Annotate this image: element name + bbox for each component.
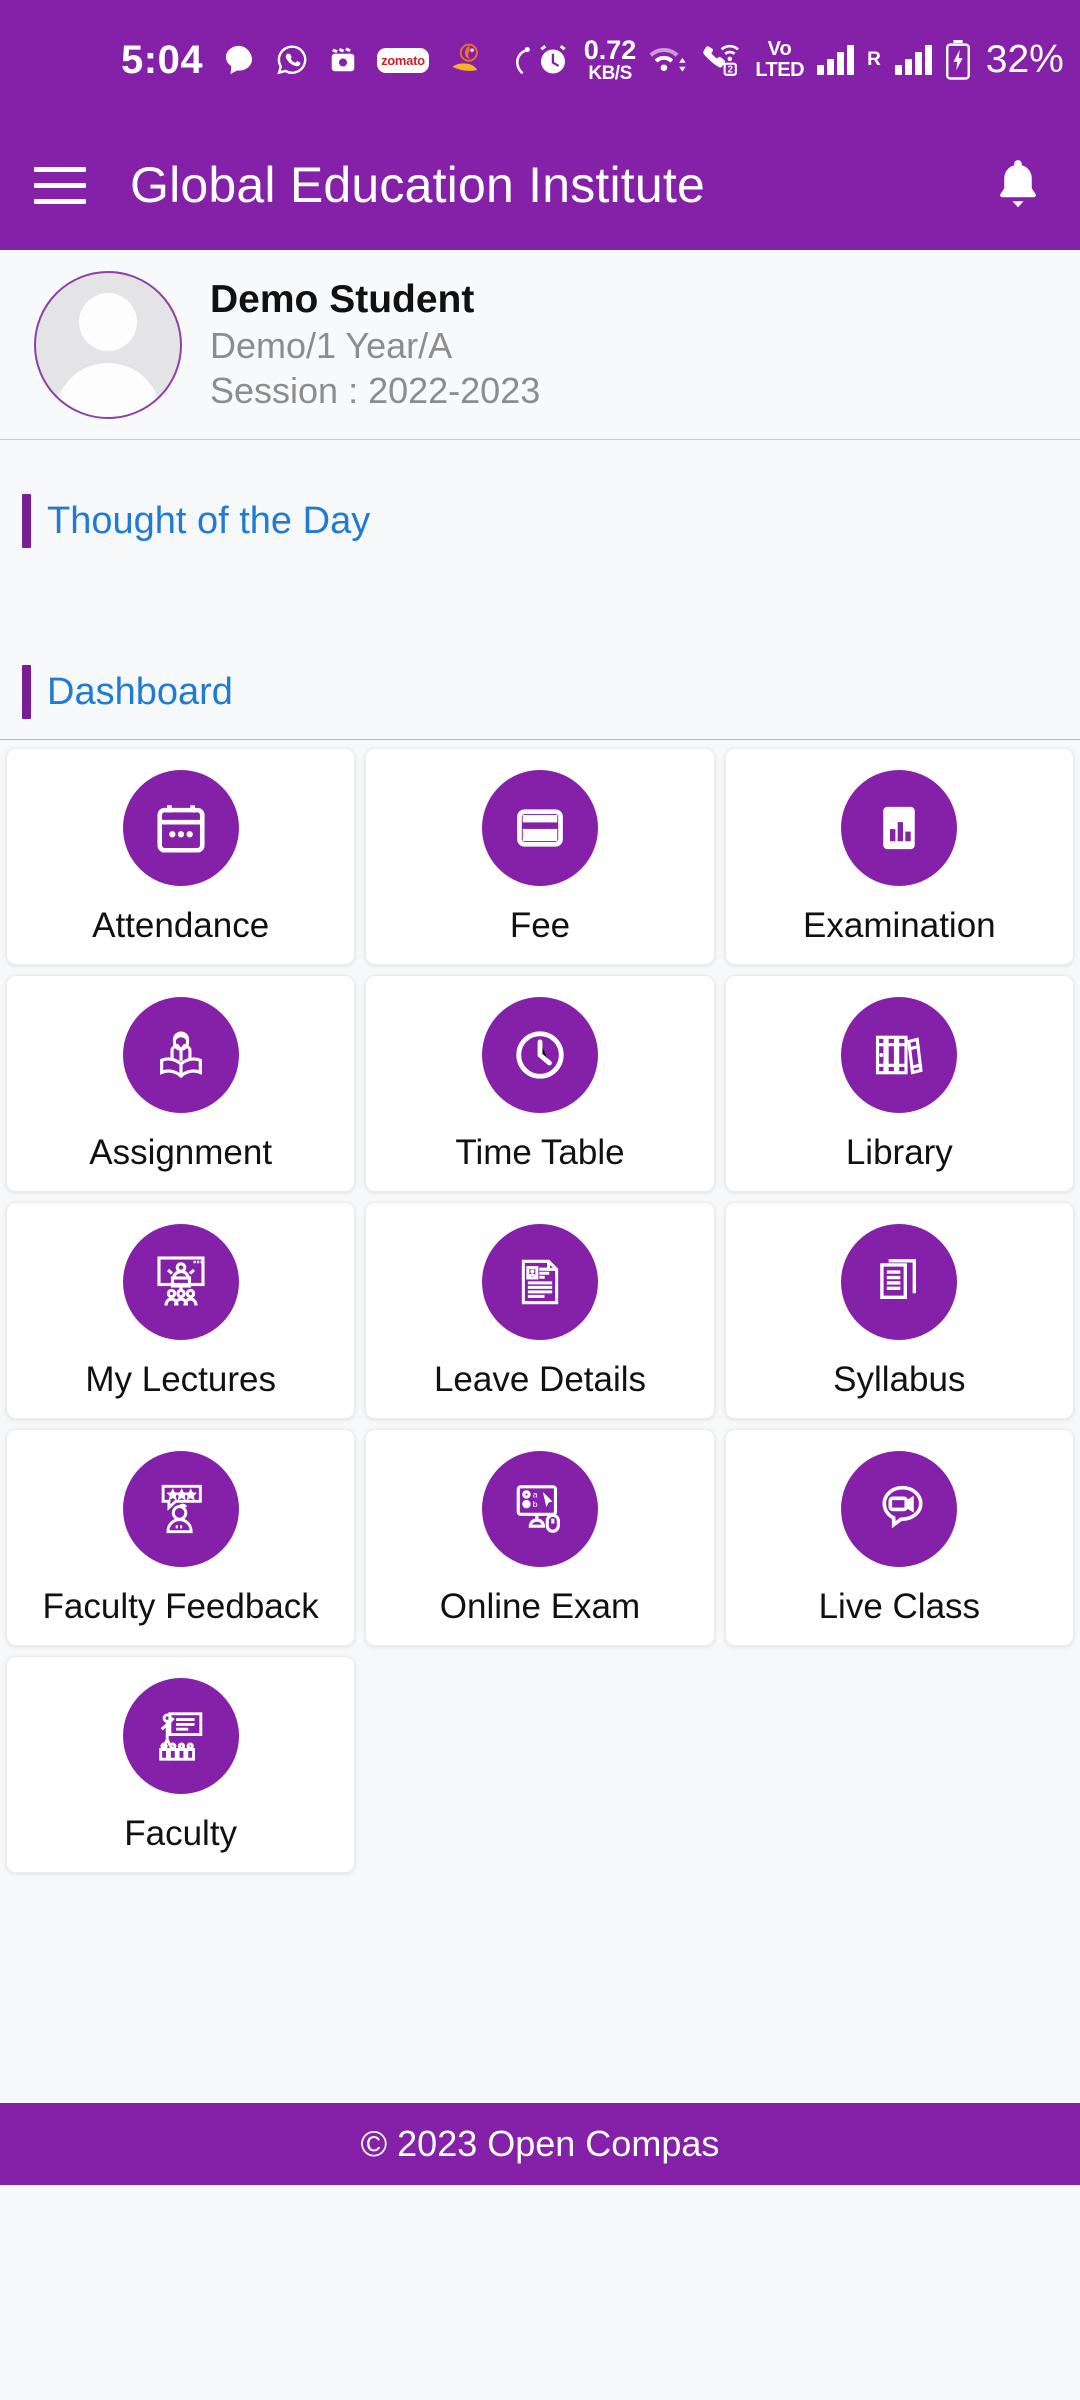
dashboard-tile-syllabus[interactable]: Syllabus xyxy=(724,1202,1074,1419)
hamburger-line xyxy=(34,198,86,204)
avatar-placeholder-body xyxy=(55,362,161,417)
tile-label: Leave Details xyxy=(433,1360,647,1399)
tile-label: Library xyxy=(845,1133,953,1172)
app-screen: 5:04 zomato 0.72 KB/S 2 Vo LTED R 32% Gl… xyxy=(0,0,1080,2400)
svg-text:a: a xyxy=(533,1489,538,1499)
wifi-icon xyxy=(649,43,687,77)
dashboard-tile-live-class[interactable]: Live Class xyxy=(724,1429,1074,1646)
dashboard-tile-assignment[interactable]: Assignment xyxy=(6,975,356,1192)
video-chat-icon xyxy=(841,1451,958,1567)
thought-of-the-day-title: Thought of the Day xyxy=(47,499,371,542)
credit-card-icon xyxy=(481,770,598,886)
sim-badge-text: 2 xyxy=(728,65,734,76)
student-session: Session : 2022-2023 xyxy=(210,369,541,411)
bell-icon[interactable] xyxy=(990,155,1046,216)
do-not-disturb-moon-icon xyxy=(503,44,535,76)
hamburger-menu-icon[interactable] xyxy=(34,166,86,204)
signal-bars-sim2 xyxy=(894,45,932,75)
dashboard-tile-faculty-feedback[interactable]: Faculty Feedback xyxy=(6,1429,356,1646)
dashboard-tile-examination[interactable]: Examination xyxy=(724,748,1074,965)
wifi-calling-icon: 2 xyxy=(700,43,742,77)
thought-of-the-day-section: Thought of the Day xyxy=(0,440,1080,665)
app-bar: Global Education Institute xyxy=(0,120,1080,250)
leave-document-icon xyxy=(481,1224,598,1340)
dashboard-tile-fee[interactable]: Fee xyxy=(365,748,715,965)
dashboard-header: Dashboard xyxy=(0,665,233,719)
calendar-icon xyxy=(122,770,239,886)
svg-text:b: b xyxy=(533,1499,538,1509)
media-clip-icon xyxy=(328,45,358,75)
status-bar-left: 5:04 zomato xyxy=(121,38,535,83)
signal-bars-sim1 xyxy=(817,45,855,75)
grid-empty-slot xyxy=(365,1656,714,1873)
avatar-placeholder-icon xyxy=(79,292,137,351)
clock-icon xyxy=(481,997,598,1113)
lecture-presenter-icon xyxy=(122,1224,239,1340)
profile-header: Demo Student Demo/1 Year/A Session : 202… xyxy=(0,250,1080,440)
dashboard-title: Dashboard xyxy=(47,670,233,713)
tile-label: Faculty xyxy=(124,1814,238,1853)
section-accent-bar xyxy=(22,665,31,719)
dashboard-section-header: Dashboard xyxy=(0,665,1080,740)
status-bar: 5:04 zomato 0.72 KB/S 2 Vo LTED R 32% xyxy=(0,0,1080,120)
tile-label: Syllabus xyxy=(833,1360,966,1399)
battery-percent: 32% xyxy=(985,38,1064,81)
dashboard-tile-online-exam[interactable]: a b Online Exam xyxy=(365,1429,715,1646)
dashboard-tile-leave-details[interactable]: Leave Details xyxy=(365,1202,715,1419)
student-reading-icon xyxy=(122,997,239,1113)
tile-label: Attendance xyxy=(92,906,270,945)
dashboard-tile-time-table[interactable]: Time Table xyxy=(365,975,715,1192)
footer-bar: © 2023 Open Compas xyxy=(0,2102,1080,2185)
page-title: Global Education Institute xyxy=(130,157,705,213)
dashboard-tile-library[interactable]: Library xyxy=(724,975,1074,1192)
dashboard-tile-faculty[interactable]: Faculty xyxy=(6,1656,356,1873)
dashboard-grid: Attendance Fee Examination Assignment Ti… xyxy=(0,740,1080,2089)
whatsapp-icon xyxy=(275,43,309,77)
tile-label: Examination xyxy=(803,906,996,945)
books-shelf-icon xyxy=(841,997,958,1113)
network-speed-value: 0.72 xyxy=(583,35,637,65)
bottom-blank-area xyxy=(0,2184,1080,2400)
battery-charging-icon xyxy=(945,40,971,80)
roaming-indicator: R xyxy=(867,49,881,70)
profile-info: Demo Student Demo/1 Year/A Session : 202… xyxy=(210,278,540,412)
tile-label: Assignment xyxy=(89,1133,273,1172)
tile-label: Online Exam xyxy=(439,1587,641,1626)
thought-of-the-day-content xyxy=(0,548,1080,665)
feedback-stars-icon xyxy=(122,1451,239,1567)
student-name: Demo Student xyxy=(210,277,475,321)
zomato-icon: zomato xyxy=(377,47,429,73)
hamburger-line xyxy=(34,166,86,172)
status-bar-right: 0.72 KB/S 2 Vo LTED R 32% xyxy=(535,37,1064,83)
stacked-documents-icon xyxy=(841,1224,958,1340)
volte-line-2: LTED xyxy=(755,59,805,81)
tile-label: My Lectures xyxy=(85,1360,276,1399)
volte-line-1: Vo xyxy=(767,38,792,60)
dashboard-tile-attendance[interactable]: Attendance xyxy=(6,748,356,965)
copyright-text: © 2023 Open Compas xyxy=(360,2122,720,2164)
alarm-icon xyxy=(535,42,571,78)
tile-label: Time Table xyxy=(455,1133,625,1172)
teacher-board-icon xyxy=(122,1678,239,1794)
avatar[interactable] xyxy=(34,270,182,419)
exam-chart-icon xyxy=(841,770,958,886)
network-speed-unit: KB/S xyxy=(588,63,632,84)
network-speed: 0.72 KB/S xyxy=(583,35,637,84)
tile-label: Live Class xyxy=(818,1587,981,1626)
hamburger-line xyxy=(34,182,86,188)
section-accent-bar xyxy=(22,494,31,548)
grid-empty-slot xyxy=(725,1656,1074,1873)
dashboard-tile-my-lectures[interactable]: My Lectures xyxy=(6,1202,356,1419)
volte-indicator: Vo LTED xyxy=(755,39,804,81)
tile-label: Fee xyxy=(509,906,571,945)
tile-label: Faculty Feedback xyxy=(42,1587,319,1626)
thought-of-the-day-header: Thought of the Day xyxy=(0,494,1080,548)
chat-bubble-icon xyxy=(222,43,256,77)
status-clock: 5:04 xyxy=(121,37,204,82)
app-orange-icon xyxy=(448,42,484,78)
student-class: Demo/1 Year/A xyxy=(210,324,453,366)
monitor-exam-icon: a b xyxy=(481,1451,598,1567)
